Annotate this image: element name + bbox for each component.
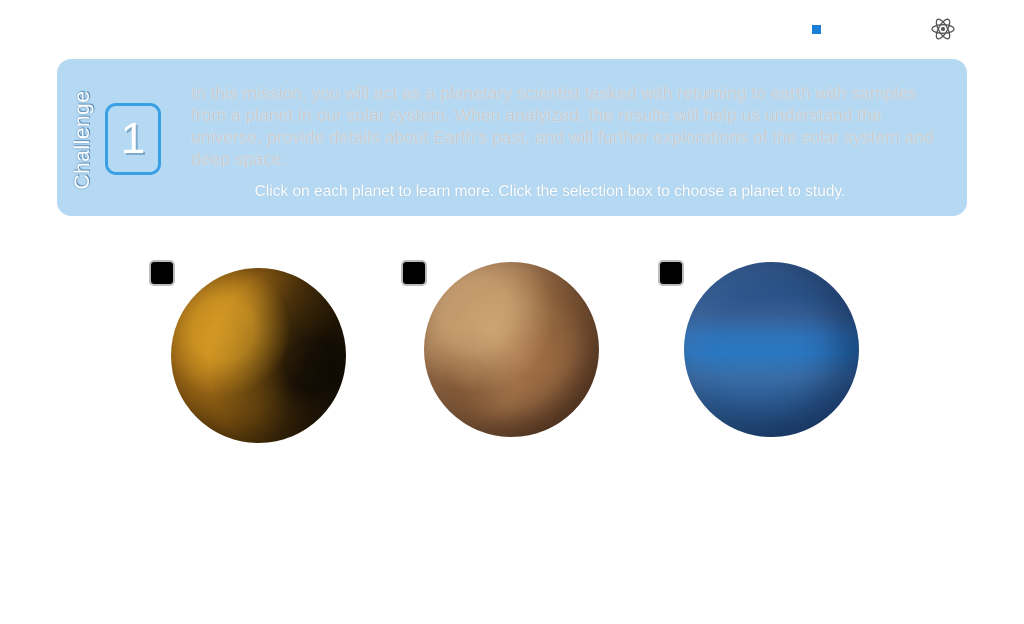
challenge-number: 1 — [120, 114, 146, 163]
planet-3-select-checkbox[interactable] — [658, 260, 684, 286]
planet-1-select-checkbox[interactable] — [149, 260, 175, 286]
indicator-dot — [812, 25, 821, 34]
planet-3-image[interactable] — [684, 262, 859, 437]
instructions-text: Click on each planet to learn more. Clic… — [254, 183, 846, 200]
atom-icon[interactable] — [930, 16, 956, 42]
mission-description: In this mission, you will act as a plane… — [191, 83, 934, 169]
challenge-number-badge: 1 — [105, 103, 161, 175]
planet-2-select-checkbox[interactable] — [401, 260, 427, 286]
planet-1-image[interactable] — [171, 268, 346, 443]
challenge-label: Challenge — [71, 90, 94, 190]
planet-2-image[interactable] — [424, 262, 599, 437]
